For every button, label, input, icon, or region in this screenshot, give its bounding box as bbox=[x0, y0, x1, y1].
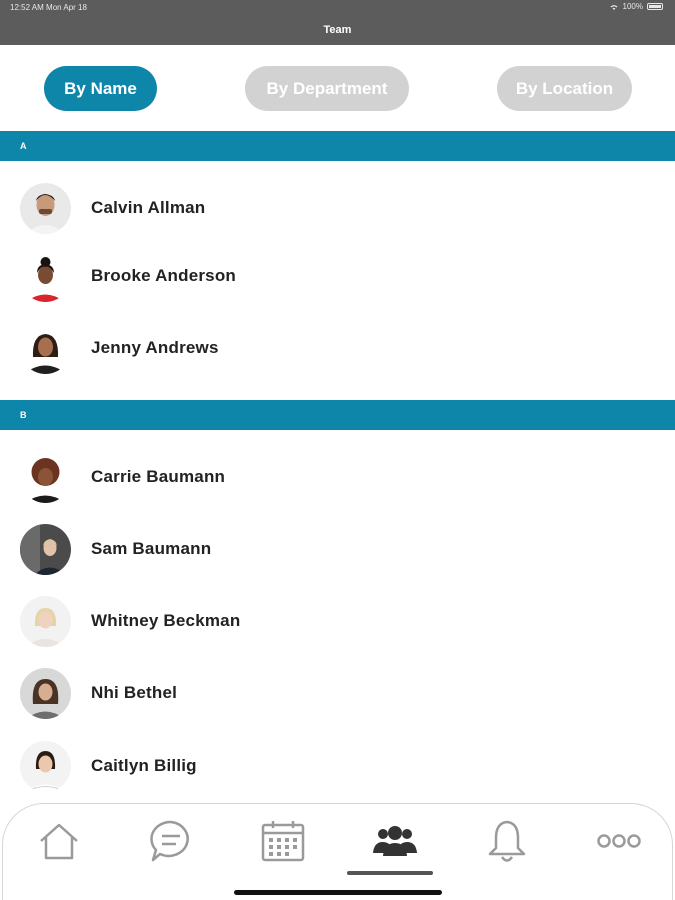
person-name: Calvin Allman bbox=[91, 198, 206, 217]
section-header-b: B bbox=[0, 400, 675, 430]
status-indicators: 100% bbox=[609, 2, 663, 11]
more-icon bbox=[597, 834, 641, 848]
home-indicator bbox=[234, 890, 442, 895]
avatar bbox=[20, 250, 71, 302]
page-title: Team bbox=[323, 24, 352, 36]
battery-icon bbox=[647, 3, 663, 10]
chat-icon bbox=[150, 820, 189, 862]
tab-notifications[interactable] bbox=[481, 818, 533, 864]
person-name: Nhi Bethel bbox=[91, 683, 178, 702]
person-name: Caitlyn Billig bbox=[91, 756, 197, 775]
avatar bbox=[20, 182, 71, 234]
tab-home[interactable] bbox=[33, 818, 85, 864]
list-item[interactable]: Calvin Allman bbox=[0, 173, 675, 243]
person-name: Jenny Andrews bbox=[91, 338, 219, 357]
list-item[interactable]: Carrie Baumann bbox=[0, 442, 675, 512]
section-header-a: A bbox=[0, 131, 675, 161]
avatar bbox=[20, 523, 71, 575]
list-item[interactable]: Caitlyn Billig bbox=[0, 731, 675, 801]
bell-icon bbox=[488, 820, 526, 862]
avatar bbox=[20, 322, 71, 374]
wifi-icon bbox=[610, 4, 618, 10]
list-item[interactable]: Sam Baumann bbox=[0, 514, 675, 584]
list-item[interactable]: Jenny Andrews bbox=[0, 313, 675, 383]
tab-calendar[interactable] bbox=[257, 818, 309, 864]
home-icon bbox=[40, 823, 78, 860]
person-name: Sam Baumann bbox=[91, 539, 212, 558]
tab-bar bbox=[2, 803, 673, 900]
avatar bbox=[20, 451, 71, 503]
avatar bbox=[20, 595, 71, 647]
battery-percent: 100% bbox=[622, 2, 643, 11]
tab-messages[interactable] bbox=[145, 818, 197, 864]
tab-more[interactable] bbox=[593, 818, 645, 864]
status-time: 12:52 AM Mon Apr 18 bbox=[10, 3, 87, 12]
person-name: Brooke Anderson bbox=[91, 266, 237, 285]
calendar-icon bbox=[261, 821, 305, 862]
list-item[interactable]: Whitney Beckman bbox=[0, 586, 675, 656]
avatar bbox=[20, 740, 71, 792]
list-item[interactable]: Nhi Bethel bbox=[0, 658, 675, 728]
avatar bbox=[20, 667, 71, 719]
by-name-button[interactable]: By Name bbox=[44, 66, 157, 111]
person-name: Carrie Baumann bbox=[91, 467, 226, 486]
status-bar: 12:52 AM Mon Apr 18 100% Team bbox=[0, 0, 675, 45]
active-tab-indicator bbox=[347, 871, 433, 875]
by-department-button[interactable]: By Department bbox=[245, 66, 409, 111]
list-item[interactable]: Brooke Anderson bbox=[0, 241, 675, 311]
team-icon bbox=[373, 826, 417, 856]
sort-segmented-control: By Name By Department By Location bbox=[0, 66, 675, 111]
by-location-button[interactable]: By Location bbox=[497, 66, 632, 111]
person-name: Whitney Beckman bbox=[91, 611, 241, 630]
tab-team[interactable] bbox=[369, 818, 421, 864]
